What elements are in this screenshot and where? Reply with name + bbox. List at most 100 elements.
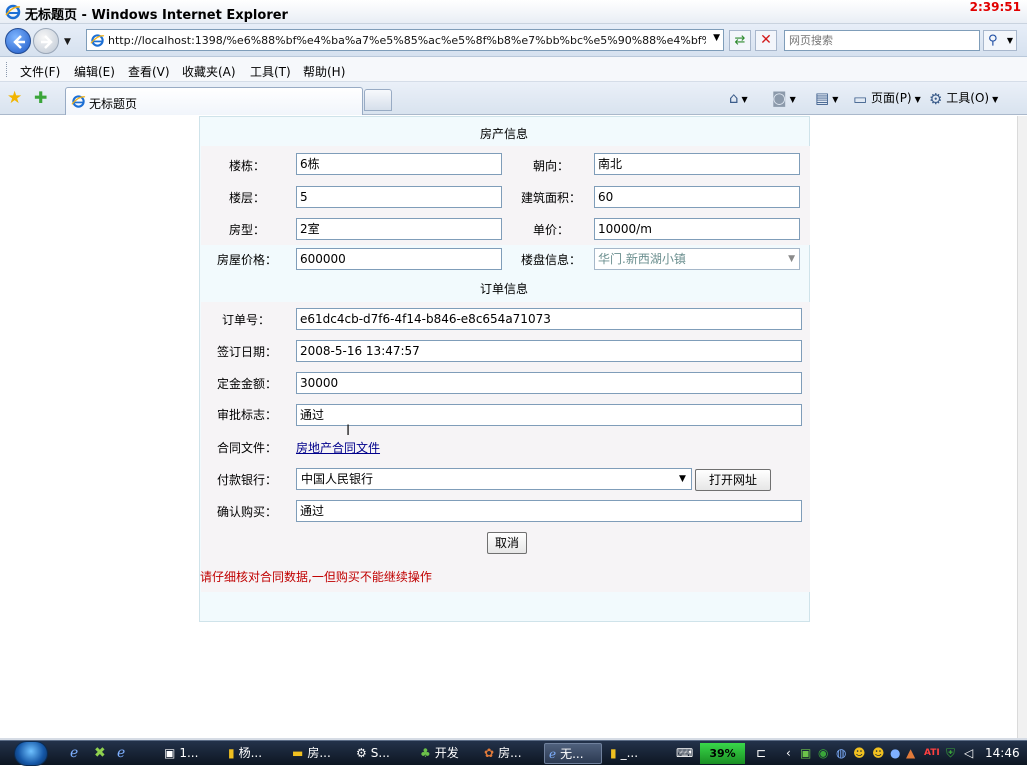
stop-button[interactable]: ✕ xyxy=(755,30,777,51)
chevron-down-icon: ▼ xyxy=(741,94,748,104)
confirm-field[interactable]: 通过 xyxy=(296,500,802,522)
building-field[interactable]: 6栋 xyxy=(296,153,502,175)
deposit-field[interactable]: 30000 xyxy=(296,372,802,394)
xbox-icon[interactable]: ✖ xyxy=(94,745,106,761)
vertical-scrollbar[interactable] xyxy=(1017,116,1027,738)
menu-favorites[interactable]: 收藏夹(A) xyxy=(182,63,236,80)
menu-bar: 文件(F) 编辑(E) 查看(V) 收藏夹(A) 工具(T) 帮助(H) xyxy=(0,57,1027,82)
sign-date-field[interactable]: 2008-5-16 13:47:57 xyxy=(296,340,802,362)
folder-icon: ▮ xyxy=(228,746,235,760)
ie-page-icon xyxy=(90,34,105,47)
print-button[interactable]: ▤ ▼ xyxy=(815,89,838,107)
order-no-field[interactable]: e61dc4cb-d7f6-4f14-b846-e8c654a71073 xyxy=(296,308,802,330)
taskbar-item[interactable]: ⚙ S... xyxy=(352,743,414,764)
warning-message: 请仔细核对合同数据,一但购买不能继续操作 xyxy=(200,570,432,584)
tab-untitled[interactable]: 无标题页 xyxy=(65,87,363,115)
contract-file-link[interactable]: 房地产合同文件 xyxy=(296,439,380,456)
task-label: 1... xyxy=(179,746,199,760)
layout-label: 房型： xyxy=(229,223,266,237)
keyboard-icon[interactable]: ⌨ xyxy=(676,746,693,760)
tray-app-icon[interactable]: ● xyxy=(890,746,900,760)
page-menu-label: 页面(P) xyxy=(871,91,912,105)
refresh-button[interactable]: ⇄ xyxy=(729,30,751,51)
tray-app-icon[interactable]: ◍ xyxy=(836,746,846,760)
tools-menu-button[interactable]: ⚙ 工具(O) ▼ xyxy=(929,89,998,108)
deposit-label: 定金金额： xyxy=(217,377,278,391)
forward-button[interactable] xyxy=(33,28,59,54)
confirm-label: 确认购买： xyxy=(217,505,278,519)
feeds-button[interactable]: ◙ ▼ xyxy=(772,89,796,107)
taskbar-clock[interactable]: 14:46 xyxy=(985,746,1020,760)
floor-field[interactable]: 5 xyxy=(296,186,502,208)
qq-icon[interactable]: ☻ xyxy=(853,746,866,760)
ie-quicklaunch-icon[interactable]: ℯ xyxy=(70,745,78,761)
printer-icon: ▤ xyxy=(815,89,830,107)
estate-label: 楼盘信息： xyxy=(521,253,582,267)
taskbar-item[interactable]: ▬ 房... xyxy=(288,743,350,764)
menu-tools[interactable]: 工具(T) xyxy=(250,63,291,80)
ie-quicklaunch-icon[interactable]: ℯ xyxy=(117,745,125,761)
start-button[interactable] xyxy=(14,741,48,766)
approval-field[interactable]: 通过 xyxy=(296,404,802,426)
taskbar-item[interactable]: ♣ 开发 xyxy=(416,743,478,764)
search-box[interactable] xyxy=(784,30,980,51)
cancel-button[interactable]: 取消 xyxy=(487,532,527,554)
window-title: 无标题页 - Windows Internet Explorer xyxy=(25,8,288,23)
page-menu-button[interactable]: ▭ 页面(P) ▼ xyxy=(853,89,921,108)
sign-date-label: 签订日期： xyxy=(217,345,278,359)
taskbar-item[interactable]: ▮ 杨... xyxy=(224,743,286,764)
history-dropdown-icon[interactable]: ▼ xyxy=(64,37,71,47)
folder-icon: ▮ xyxy=(610,746,617,760)
unit-price-label: 单价： xyxy=(533,223,570,237)
address-bar[interactable]: http://localhost:1398/%e6%88%bf%e4%ba%a7… xyxy=(86,29,724,51)
search-input[interactable] xyxy=(785,31,975,50)
favorites-star-icon[interactable]: ★ xyxy=(7,88,22,108)
search-icon: ⚲ xyxy=(988,33,998,48)
menu-edit[interactable]: 编辑(E) xyxy=(74,63,115,80)
taskbar-item[interactable]: ▣ 1... xyxy=(160,743,222,764)
app-icon: ⚙ xyxy=(356,746,367,760)
chevron-left-icon[interactable]: ‹ xyxy=(786,746,791,760)
qq-icon[interactable]: ☻ xyxy=(872,746,885,760)
navigation-bar: ▼ http://localhost:1398/%e6%88%bf%e4%ba%… xyxy=(0,24,1027,57)
order-no-label: 订单号： xyxy=(222,313,271,327)
tray-app-icon[interactable]: ◉ xyxy=(818,746,828,760)
property-section-title: 房产信息 xyxy=(480,127,529,141)
open-url-button[interactable]: 打开网址 xyxy=(695,469,771,491)
new-tab-button[interactable] xyxy=(364,89,392,111)
estate-select[interactable]: 华门.新西湖小镇 ▼ xyxy=(594,248,800,270)
volume-icon[interactable]: ◁ xyxy=(964,746,973,760)
add-favorite-icon[interactable]: ✚ xyxy=(34,88,47,107)
home-button[interactable]: ⌂ ▼ xyxy=(729,89,748,107)
ati-icon[interactable]: ATI xyxy=(924,748,940,758)
network-icon[interactable]: ⊏ xyxy=(756,746,766,760)
tray-app-icon[interactable]: ▣ xyxy=(800,746,811,760)
shield-icon[interactable]: ⛨ xyxy=(946,746,955,761)
bank-select[interactable]: 中国人民银行 ▼ xyxy=(296,468,692,490)
menu-help[interactable]: 帮助(H) xyxy=(303,63,345,80)
back-button[interactable] xyxy=(5,28,31,54)
taskbar-item[interactable]: ▮ _... xyxy=(606,743,664,764)
layout-field[interactable]: 2室 xyxy=(296,218,502,240)
folder-icon: ▬ xyxy=(292,746,304,760)
gear-icon: ⚙ xyxy=(929,89,943,108)
address-url[interactable]: http://localhost:1398/%e6%88%bf%e4%ba%a7… xyxy=(108,34,706,47)
building-label: 楼栋： xyxy=(229,159,266,173)
unit-price-field[interactable]: 10000/m xyxy=(594,218,800,240)
taskbar-item-active[interactable]: ℯ 无... xyxy=(544,743,602,764)
house-price-field[interactable]: 600000 xyxy=(296,248,502,270)
search-button[interactable]: ⚲ ▼ xyxy=(983,30,1017,51)
order-section-title: 订单信息 xyxy=(480,282,529,296)
chevron-down-icon: ▼ xyxy=(832,94,839,104)
menu-file[interactable]: 文件(F) xyxy=(20,63,60,80)
tray-app-icon[interactable]: ▲ xyxy=(906,746,915,760)
orientation-field[interactable]: 南北 xyxy=(594,153,800,175)
taskbar-item[interactable]: ✿ 房... xyxy=(480,743,542,764)
house-price-label: 房屋价格： xyxy=(217,253,278,267)
menu-view[interactable]: 查看(V) xyxy=(128,63,170,80)
app-icon: ✿ xyxy=(484,746,495,760)
area-field[interactable]: 60 xyxy=(594,186,800,208)
address-dropdown-icon[interactable]: ▼ xyxy=(713,33,720,43)
window-title-bar: 无标题页 - Windows Internet Explorer 2:39:51 xyxy=(0,0,1027,24)
bank-value: 中国人民银行 xyxy=(301,472,374,486)
